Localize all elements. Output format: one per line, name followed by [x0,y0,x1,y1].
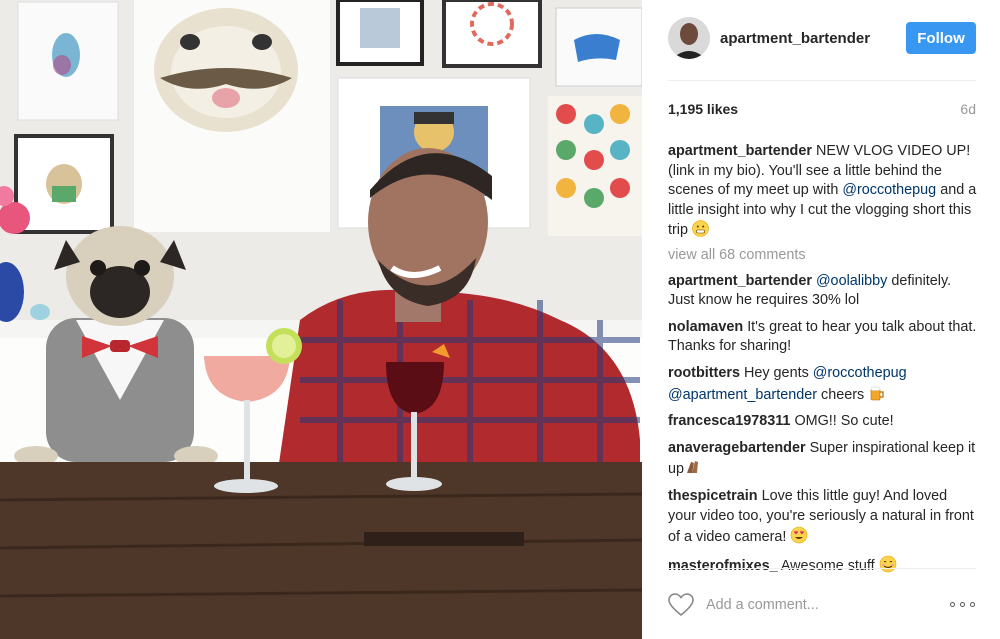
comment-username[interactable]: nolamaven [668,319,743,335]
clapping-hands-emoji [687,461,699,474]
dot [950,602,955,607]
post-caption: apartment_bartender NEW VLOG VIDEO UP! (… [668,142,978,241]
comment-username[interactable]: francesca1978311 [668,413,790,429]
comment-mention[interactable]: @roccothepug [813,365,907,381]
comment-username[interactable]: rootbitters [668,365,740,381]
add-comment-input[interactable] [706,593,926,617]
dot [960,602,965,607]
comment-text: OMG!! So cute! [794,413,894,430]
post-timestamp[interactable]: 6d [960,101,976,117]
heart-outline-icon[interactable] [668,593,694,617]
comment-text: Hey gents [743,364,809,381]
post-sidebar: apartment_bartender Follow 1,195 likes 6… [642,0,1000,639]
comment-username[interactable]: anaveragebartender [668,440,806,456]
comment-mention[interactable]: @oolalibby [816,273,887,289]
post-photo[interactable] [0,0,642,639]
comment-username[interactable]: thespicetrain [668,488,758,504]
comment-item: thespicetrain Love this little guy! And … [668,487,978,548]
likes-count[interactable]: 1,195 likes [668,101,738,117]
comment-item: nolamaven It's great to hear you talk ab… [668,318,978,357]
caption-mention[interactable]: @roccothepug [842,182,936,198]
instagram-post: apartment_bartender Follow 1,195 likes 6… [0,0,1000,639]
avatar[interactable] [668,17,710,59]
beer-mug-emoji [870,386,884,400]
follow-button[interactable]: Follow [906,22,976,54]
photo-illustration [0,0,642,639]
comment-item: francesca1978311 OMG!! So cute! [668,412,978,432]
post-meta: 1,195 likes 6d [668,101,976,121]
comment-username[interactable]: apartment_bartender [668,273,812,289]
more-options-icon[interactable] [950,601,976,609]
post-header: apartment_bartender Follow [668,0,976,81]
comment-text: cheers [821,386,865,403]
comment-item: anaveragebartender Super inspirational k… [668,439,978,480]
author-username[interactable]: apartment_bartender [720,30,870,47]
dot [970,602,975,607]
profile-photo [668,17,710,59]
grimacing-face-emoji [692,220,709,238]
comment-mention[interactable]: @apartment_bartender [668,387,817,403]
caption-username[interactable]: apartment_bartender [668,143,812,159]
view-all-comments-link[interactable]: view all 68 comments [668,246,978,266]
comment-item: rootbitters Hey gents @roccothepug @apar… [668,364,978,405]
comment-bar [668,568,976,639]
heart-eyes-emoji [791,526,808,544]
comments-list: apartment_bartender NEW VLOG VIDEO UP! (… [668,142,978,583]
comment-item: apartment_bartender @oolalibby definitel… [668,272,978,311]
